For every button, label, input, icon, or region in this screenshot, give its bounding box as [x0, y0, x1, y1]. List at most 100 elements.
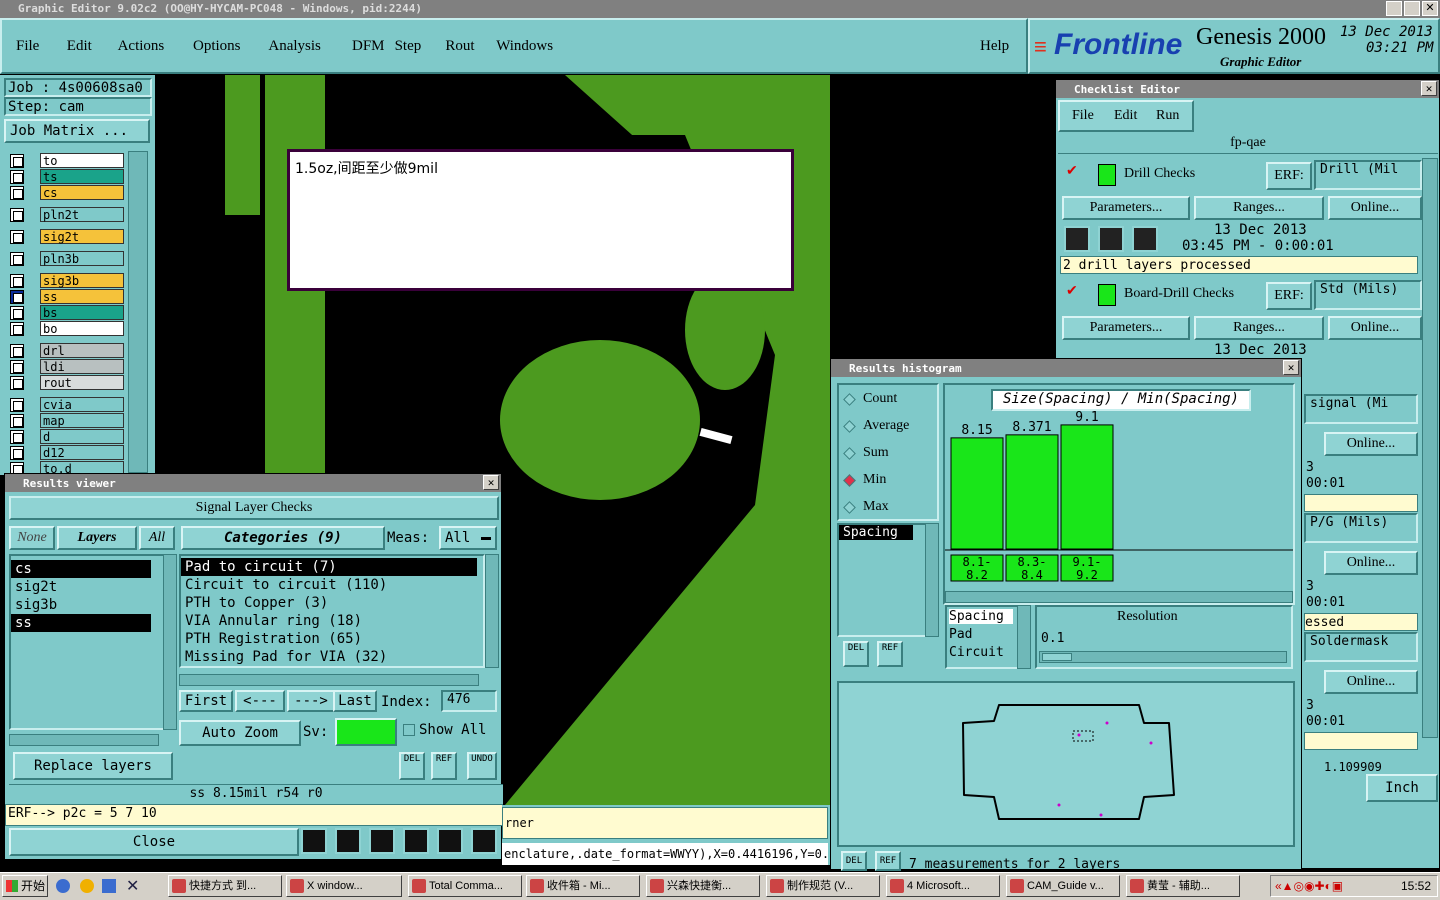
rv-category-item[interactable]: Missing Pad for VIA (32): [181, 648, 477, 666]
layer-scrollbar[interactable]: [128, 151, 148, 473]
hist-bottom-ref-button[interactable]: REF: [875, 851, 901, 871]
menu-options[interactable]: Options: [193, 38, 241, 55]
hist-ref-button[interactable]: REF: [877, 641, 903, 667]
online-button[interactable]: Online...: [1324, 551, 1418, 575]
layer-row-drl[interactable]: drl: [8, 343, 124, 358]
run-icon[interactable]: [1064, 226, 1090, 252]
rv-layer-item[interactable]: cs: [11, 560, 151, 578]
online-button[interactable]: Online...: [1324, 670, 1418, 694]
layer-checkbox[interactable]: [10, 322, 24, 336]
job-matrix-button[interactable]: Job Matrix ...: [4, 119, 150, 143]
rv-category-item[interactable]: Pad to circuit (7): [181, 558, 477, 576]
layer-checkbox[interactable]: [10, 360, 24, 374]
layer-checkbox[interactable]: [10, 186, 24, 200]
menu-edit[interactable]: Edit: [67, 38, 92, 55]
rv-category-list[interactable]: Pad to circuit (7) Circuit to circuit (11…: [179, 554, 485, 668]
radio-icon[interactable]: [843, 447, 856, 460]
taskbar-item[interactable]: Total Comma...: [408, 875, 522, 897]
layer-row-to[interactable]: to: [8, 153, 124, 168]
menu-actions[interactable]: Actions: [118, 38, 165, 55]
tool-print-icon[interactable]: [335, 828, 361, 854]
menu-dfm[interactable]: DFM: [352, 38, 385, 55]
radio-icon[interactable]: [843, 393, 856, 406]
layer-row-pln2t[interactable]: pln2t: [8, 207, 124, 222]
radio-icon[interactable]: [843, 420, 856, 433]
all-layers-button[interactable]: All: [139, 526, 175, 550]
last-button[interactable]: Last: [333, 690, 377, 712]
rv-ref-button[interactable]: REF: [431, 752, 457, 780]
close-icon[interactable]: ✕: [1422, 1, 1438, 16]
layer-name[interactable]: ts: [40, 169, 124, 184]
rv-layer-list[interactable]: cs sig2t sig3b ss: [9, 554, 165, 730]
layer-name[interactable]: map: [40, 413, 124, 428]
categories-button[interactable]: Categories (9): [181, 526, 385, 550]
close-icon[interactable]: ✕: [1421, 81, 1437, 96]
taskbar-item[interactable]: 4 Microsoft...: [886, 875, 1000, 897]
start-button[interactable]: 开始: [2, 875, 48, 897]
layers-button[interactable]: Layers: [57, 526, 137, 550]
erf-value[interactable]: Std (Mils): [1314, 280, 1422, 310]
taskbar-item[interactable]: 收件箱 - Mi...: [526, 875, 640, 897]
mode-min[interactable]: Min: [843, 472, 937, 490]
checklist-vscroll[interactable]: [1422, 158, 1438, 738]
unit-select[interactable]: Inch: [1366, 774, 1438, 802]
outlook-icon[interactable]: [80, 879, 94, 893]
first-button[interactable]: First: [179, 690, 233, 712]
parameters-button[interactable]: Parameters...: [1062, 316, 1190, 340]
layer-row-ss[interactable]: ss: [8, 289, 124, 304]
menu-analysis[interactable]: Analysis: [268, 38, 321, 55]
online-button[interactable]: Online...: [1328, 316, 1422, 340]
res-list-item[interactable]: Circuit: [949, 645, 1013, 660]
layer-checkbox[interactable]: [10, 274, 24, 288]
tool-histogram-icon[interactable]: [471, 828, 497, 854]
maximize-icon[interactable]: [1404, 1, 1420, 16]
replace-layers-select[interactable]: Replace layers: [13, 752, 173, 780]
histogram-bar[interactable]: [1060, 424, 1114, 550]
show-all-checkbox[interactable]: [403, 724, 415, 736]
histogram-bar[interactable]: [950, 437, 1004, 550]
mode-sum[interactable]: Sum: [843, 445, 937, 463]
layer-row-cvia[interactable]: cvia: [8, 397, 124, 412]
layer-row-rout[interactable]: rout: [8, 375, 124, 390]
layer-row-d12[interactable]: d12: [8, 445, 124, 460]
layer-name[interactable]: drl: [40, 343, 124, 358]
layer-name[interactable]: ldi: [40, 359, 124, 374]
note-box[interactable]: 1.5oz,间距至少做9mil: [287, 149, 794, 291]
layer-name[interactable]: sig3b: [40, 273, 124, 288]
res-list-scroll[interactable]: [1017, 605, 1031, 669]
layer-row-sig2t[interactable]: sig2t: [8, 229, 124, 244]
erf-value[interactable]: P/G (Mils): [1304, 513, 1418, 543]
layer-name[interactable]: d: [40, 429, 124, 444]
menu-help[interactable]: Help: [980, 38, 1009, 55]
res-list-item[interactable]: Pad: [949, 627, 1013, 642]
taskbar-item[interactable]: CAM_Guide v...: [1006, 875, 1120, 897]
layer-row-map[interactable]: map: [8, 413, 124, 428]
explorer-icon[interactable]: [102, 879, 116, 893]
ranges-button[interactable]: Ranges...: [1194, 196, 1324, 220]
close-icon[interactable]: ✕: [483, 475, 499, 490]
layer-name[interactable]: pln2t: [40, 207, 124, 222]
histogram-list-item[interactable]: Spacing: [839, 525, 913, 540]
minimize-icon[interactable]: [1386, 1, 1402, 16]
layer-row-sig3b[interactable]: sig3b: [8, 273, 124, 288]
hist-del-button[interactable]: DEL: [843, 641, 869, 667]
meas-select[interactable]: All: [439, 526, 497, 550]
layer-checkbox[interactable]: [10, 208, 24, 222]
res-list-item[interactable]: Spacing: [949, 609, 1013, 624]
rv-category-item[interactable]: Circuit to circuit (110): [181, 576, 477, 594]
layer-name[interactable]: ss: [40, 289, 124, 304]
checklist-menu-edit[interactable]: Edit: [1114, 108, 1137, 124]
layer-row-d[interactable]: d: [8, 429, 124, 444]
rv-category-item[interactable]: VIA Annular ring (18): [181, 612, 477, 630]
taskbar-item[interactable]: 制作规范 (V...: [766, 875, 880, 897]
rv-layer-vscroll[interactable]: [163, 554, 177, 730]
layer-name[interactable]: to: [40, 153, 124, 168]
menu-windows[interactable]: Windows: [496, 38, 553, 55]
rv-category-item[interactable]: PTH Registration (65): [181, 630, 477, 648]
rv-category-hscroll[interactable]: [179, 674, 479, 686]
layer-checkbox[interactable]: [10, 446, 24, 460]
chart-hscroll[interactable]: [945, 591, 1293, 603]
layer-name[interactable]: bo: [40, 321, 124, 336]
online-button[interactable]: Online...: [1324, 432, 1418, 456]
layer-name[interactable]: bs: [40, 305, 124, 320]
